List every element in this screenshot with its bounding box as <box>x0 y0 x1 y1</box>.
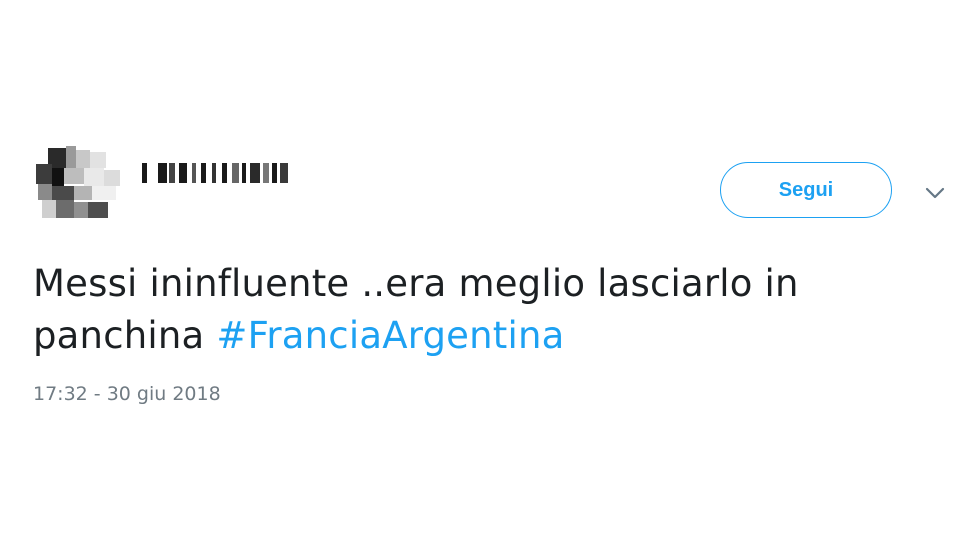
follow-button-label: Segui <box>778 178 834 201</box>
tweet-timestamp[interactable]: 17:32 - 30 giu 2018 <box>33 383 221 405</box>
avatar[interactable] <box>34 146 122 220</box>
tweet-card: Segui Messi ininfluente ..era meglio las… <box>0 0 978 543</box>
tweet-text-line2: panchina <box>33 314 217 357</box>
username-blurred[interactable] <box>142 163 292 183</box>
follow-button[interactable]: Segui <box>720 162 892 218</box>
hashtag-link[interactable]: #FranciaArgentina <box>216 314 564 357</box>
tweet-text-line1: Messi ininfluente ..era meglio lasciarlo… <box>33 262 799 305</box>
tweet-text: Messi ininfluente ..era meglio lasciarlo… <box>33 258 913 362</box>
chevron-down-icon[interactable] <box>922 180 948 206</box>
